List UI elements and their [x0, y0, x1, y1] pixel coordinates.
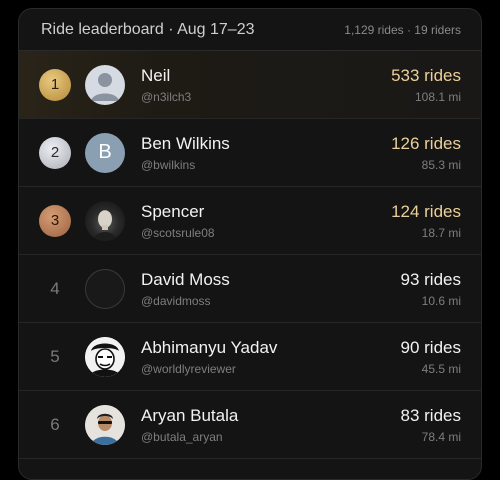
- rider-info: Spencer @scotsrule08: [141, 201, 391, 240]
- rides-count: 83 rides: [400, 406, 461, 425]
- rider-name[interactable]: David Moss: [141, 269, 401, 291]
- leaderboard-summary: 1,129 rides · 19 riders: [344, 22, 461, 37]
- photo-avatar[interactable]: [85, 404, 125, 445]
- rider-handle: @butala_aryan: [141, 430, 223, 444]
- portrait-photo-icon: [85, 404, 125, 445]
- portrait-photo-icon: [93, 209, 117, 241]
- photo-avatar[interactable]: [85, 200, 125, 241]
- rider-name[interactable]: Ben Wilkins: [141, 133, 391, 155]
- rides-count: 124 rides: [391, 202, 461, 221]
- miles-distance: 45.5 mi: [421, 362, 461, 376]
- rides-count: 93 rides: [400, 270, 461, 289]
- rider-handle: @worldlyreviewer: [141, 362, 236, 376]
- rider-stats: 90 rides 45.5 mi: [401, 337, 461, 376]
- miles-distance: 108.1 mi: [414, 90, 461, 104]
- leaderboard-header: Ride leaderboard · Aug 17–23 1,129 rides…: [19, 9, 481, 51]
- leaderboard-row-6[interactable]: 6 Aryan Butala @butala_aryan 83 rides 78…: [19, 391, 481, 459]
- rank-badge-silver: 2: [39, 136, 71, 169]
- rides-count: 533 rides: [391, 66, 461, 85]
- leaderboard-row-2[interactable]: 2 B Ben Wilkins @bwilkins 126 rides 85.3…: [19, 119, 481, 187]
- empty-avatar[interactable]: [85, 268, 125, 309]
- rider-stats: 93 rides 10.6 mi: [401, 269, 461, 308]
- miles-distance: 78.4 mi: [421, 430, 461, 444]
- rider-info: Abhimanyu Yadav @worldlyreviewer: [141, 337, 401, 376]
- person-silhouette-icon: [91, 72, 119, 101]
- rides-count: 90 rides: [400, 338, 461, 357]
- rider-handle: @scotsrule08: [141, 226, 215, 240]
- rides-count: 126 rides: [391, 134, 461, 153]
- rider-handle: @n3ilch3: [141, 90, 192, 104]
- leaderboard-card: Ride leaderboard · Aug 17–23 1,129 rides…: [18, 8, 482, 480]
- rider-stats: 124 rides 18.7 mi: [391, 201, 461, 240]
- rank-badge-gold: 1: [39, 68, 71, 101]
- rider-info: Ben Wilkins @bwilkins: [141, 133, 391, 172]
- photo-avatar[interactable]: [85, 336, 125, 377]
- rank-number: 6: [50, 414, 60, 434]
- leaderboard-row-3[interactable]: 3 Spencer @scotsrule08 124 rides 18.7 mi: [19, 187, 481, 255]
- letter-avatar[interactable]: B: [85, 132, 125, 173]
- rider-name[interactable]: Spencer: [141, 201, 391, 223]
- rider-name[interactable]: Neil: [141, 65, 391, 87]
- miles-distance: 85.3 mi: [421, 158, 461, 172]
- leaderboard-row-5[interactable]: 5 Abhimanyu Yadav @worldlyreviewer 90 ri…: [19, 323, 481, 391]
- miles-distance: 18.7 mi: [421, 226, 461, 240]
- rider-info: David Moss @davidmoss: [141, 269, 401, 308]
- rider-handle: @bwilkins: [141, 158, 196, 172]
- rider-handle: @davidmoss: [141, 294, 211, 308]
- rank-number: 5: [50, 346, 60, 366]
- leaderboard-row-4[interactable]: 4 David Moss @davidmoss 93 rides 10.6 mi: [19, 255, 481, 323]
- rider-stats: 533 rides 108.1 mi: [391, 65, 461, 104]
- rider-info: Aryan Butala @butala_aryan: [141, 405, 401, 444]
- rider-info: Neil @n3ilch3: [141, 65, 391, 104]
- rider-name[interactable]: Aryan Butala: [141, 405, 401, 427]
- rider-stats: 83 rides 78.4 mi: [401, 405, 461, 444]
- miles-distance: 10.6 mi: [421, 294, 461, 308]
- rider-name[interactable]: Abhimanyu Yadav: [141, 337, 401, 359]
- default-avatar-icon[interactable]: [85, 64, 125, 105]
- leaderboard-row-1[interactable]: 1 Neil @n3ilch3 533 rides 108.1 mi: [19, 51, 481, 119]
- illustrated-portrait-icon: [85, 336, 125, 377]
- rank-number: 4: [50, 278, 60, 298]
- rider-stats: 126 rides 85.3 mi: [391, 133, 461, 172]
- rank-badge-bronze: 3: [39, 204, 71, 237]
- leaderboard-title: Ride leaderboard · Aug 17–23: [41, 20, 255, 38]
